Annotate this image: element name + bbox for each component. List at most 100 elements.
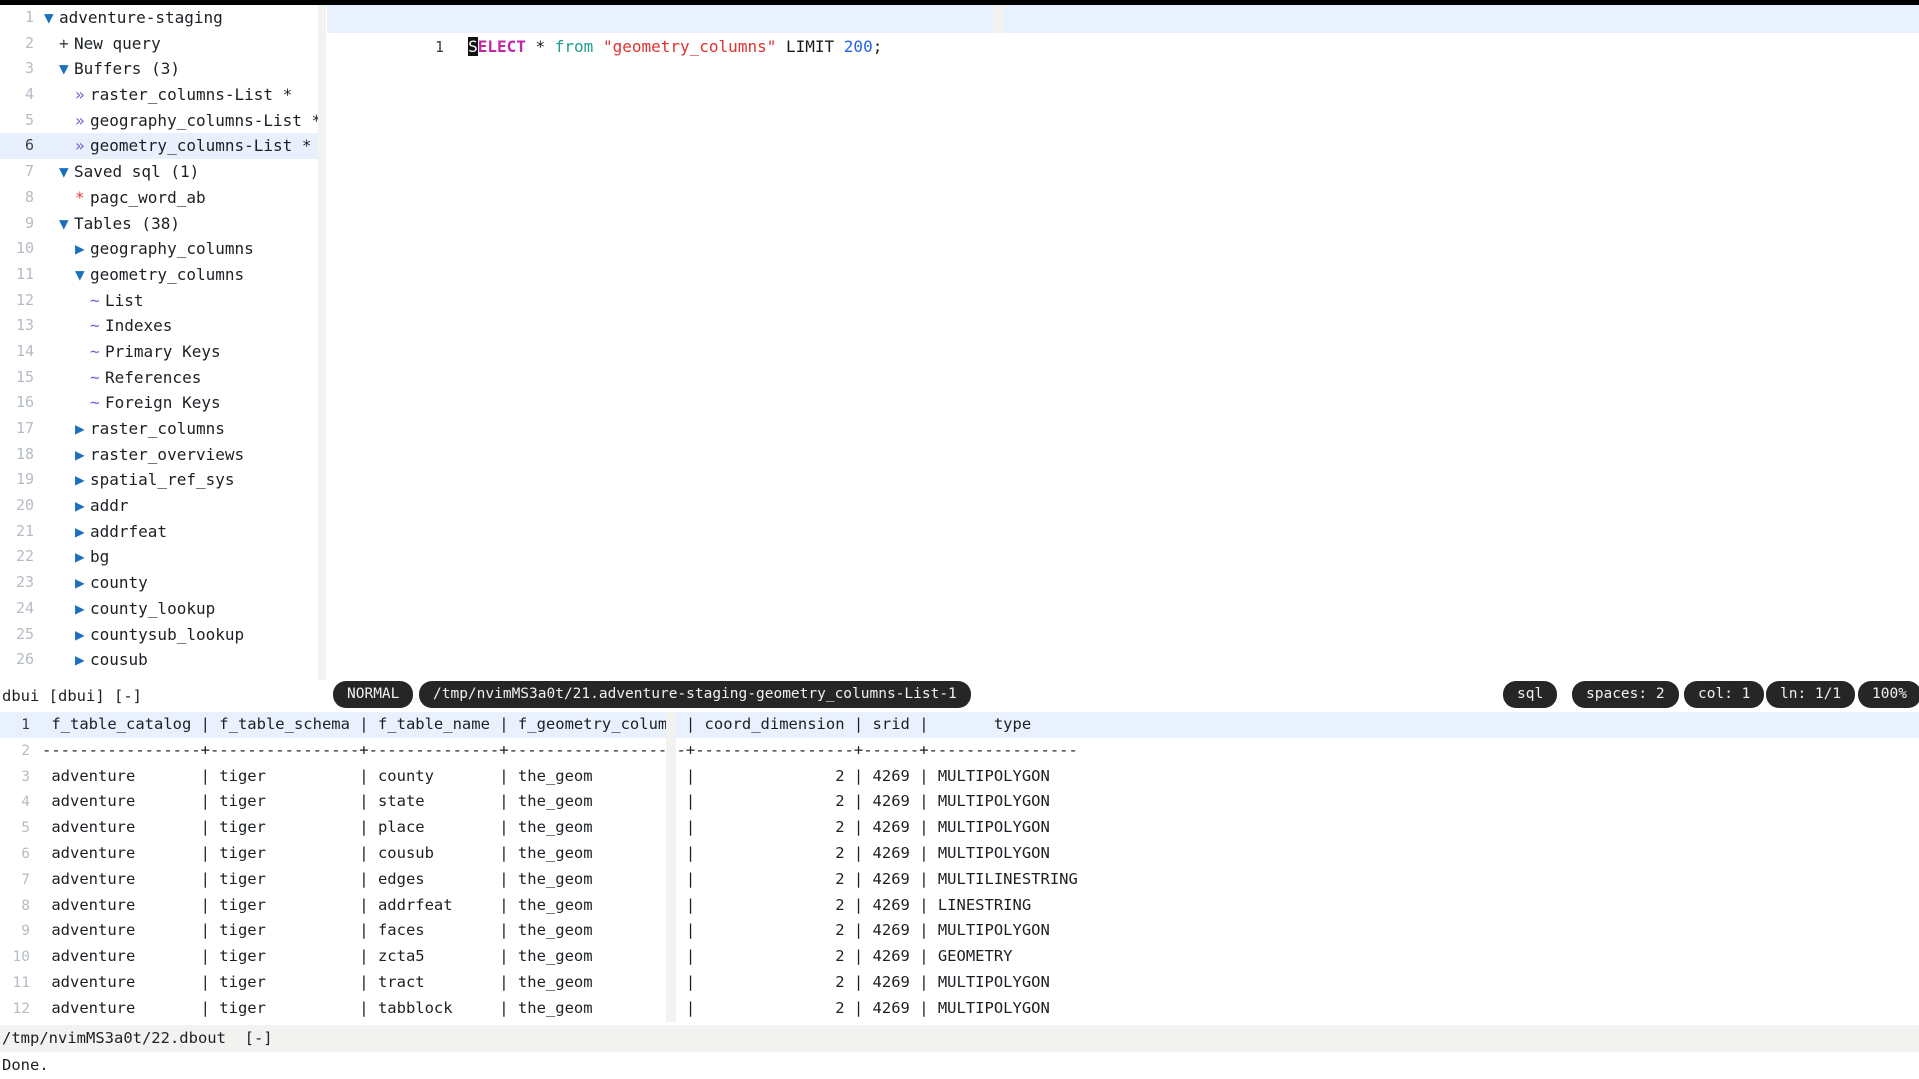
- tilde-icon[interactable]: ~: [90, 288, 105, 314]
- results-split-gap: [666, 764, 676, 790]
- table-row[interactable]: 3 adventure | tiger | county | the_geom …: [0, 764, 1919, 790]
- table-row[interactable]: 10 adventure | tiger | zcta5 | the_geom …: [0, 944, 1919, 970]
- tri-right-icon[interactable]: ▶: [75, 442, 90, 468]
- table-row[interactable]: 8 adventure | tiger | addrfeat | the_geo…: [0, 893, 1919, 919]
- sidebar-item-label: spatial_ref_sys: [90, 470, 235, 489]
- tri-right-icon[interactable]: ▶: [75, 519, 90, 545]
- table-row[interactable]: 5 adventure | tiger | place | the_geom |…: [0, 815, 1919, 841]
- table-row[interactable]: 4 adventure | tiger | state | the_geom |…: [0, 789, 1919, 815]
- sidebar-item-new-query[interactable]: 2+New query: [0, 31, 318, 57]
- table-row[interactable]: 6 adventure | tiger | cousub | the_geom …: [0, 841, 1919, 867]
- tri-right-icon[interactable]: ▶: [75, 570, 90, 596]
- sidebar-item-cousub[interactable]: 26▶cousub: [0, 647, 318, 673]
- sidebar-line-number: 2: [0, 31, 34, 57]
- sidebar-item-county-lookup[interactable]: 24▶county_lookup: [0, 596, 318, 622]
- tri-right-icon[interactable]: ▶: [75, 622, 90, 648]
- tri-right-icon[interactable]: ▶: [75, 416, 90, 442]
- sidebar-item-geometry-columns[interactable]: 11▼geometry_columns: [0, 262, 318, 288]
- sidebar-item-county[interactable]: 23▶county: [0, 570, 318, 596]
- sidebar-line-number: 5: [0, 108, 34, 134]
- tri-right-icon[interactable]: ▶: [75, 544, 90, 570]
- sidebar-item-saved-sql-1[interactable]: 7▼Saved sql (1): [0, 159, 318, 185]
- sidebar-item-content: ▶cousub: [34, 647, 148, 673]
- sidebar-item-label: geography_columns: [90, 239, 254, 258]
- table-row[interactable]: 9 adventure | tiger | faces | the_geom |…: [0, 918, 1919, 944]
- results-line-number: 4: [0, 790, 30, 816]
- sidebar-line-number: 24: [0, 596, 34, 622]
- status-language-pill[interactable]: sql: [1503, 681, 1557, 708]
- sidebar-item-geography-columns-list[interactable]: 5»geography_columns-List *: [0, 108, 318, 134]
- sidebar-item-tables-38[interactable]: 9▼Tables (38): [0, 211, 318, 237]
- tri-down-icon[interactable]: ▼: [44, 5, 59, 31]
- tri-down-icon[interactable]: ▼: [75, 262, 90, 288]
- sidebar-item-raster-columns[interactable]: 17▶raster_columns: [0, 416, 318, 442]
- sidebar-item-content: ▼adventure-staging: [34, 5, 223, 31]
- sidebar-item-addrfeat[interactable]: 21▶addrfeat: [0, 519, 318, 545]
- table-row[interactable]: 11 adventure | tiger | tract | the_geom …: [0, 970, 1919, 996]
- sidebar-item-adventure-staging[interactable]: 1▼adventure-staging: [0, 5, 318, 31]
- sidebar-line-number: 11: [0, 262, 34, 288]
- sidebar-item-label: raster_overviews: [90, 445, 244, 464]
- star-icon[interactable]: *: [75, 185, 90, 211]
- sidebar-item-spatial-ref-sys[interactable]: 19▶spatial_ref_sys: [0, 467, 318, 493]
- sql-editor[interactable]: 1SELECT * from "geometry_columns" LIMIT …: [327, 5, 1919, 680]
- tilde-icon[interactable]: ~: [90, 390, 105, 416]
- tilde-icon[interactable]: ~: [90, 313, 105, 339]
- tri-down-icon[interactable]: ▼: [59, 211, 74, 237]
- sidebar-item-countysub-lookup[interactable]: 25▶countysub_lookup: [0, 622, 318, 648]
- tri-right-icon[interactable]: ▶: [75, 647, 90, 673]
- results-divider-row[interactable]: 2-----------------+----------------+----…: [0, 738, 1919, 764]
- sidebar-item-pagc-word-ab[interactable]: 8*pagc_word_ab: [0, 185, 318, 211]
- sidebar-item-geography-columns[interactable]: 10▶geography_columns: [0, 236, 318, 262]
- sidebar-item-label: raster_columns: [90, 419, 225, 438]
- sidebar-item-label: Saved sql (1): [74, 162, 199, 181]
- sidebar-item-list[interactable]: 12~List: [0, 288, 318, 314]
- chev-icon[interactable]: »: [75, 108, 90, 134]
- sidebar-item-label: geometry_columns-List *: [90, 136, 312, 155]
- results-header-row[interactable]: 1 f_table_catalog | f_table_schema | f_t…: [0, 712, 1919, 738]
- status-indent-pill[interactable]: spaces: 2: [1572, 681, 1679, 708]
- chev-icon[interactable]: »: [75, 133, 90, 159]
- editor-line[interactable]: 1SELECT * from "geometry_columns" LIMIT …: [327, 5, 1919, 33]
- tilde-icon[interactable]: ~: [90, 365, 105, 391]
- top-pane: 1▼adventure-staging2+New query3▼Buffers …: [0, 5, 1919, 680]
- sidebar-item-content: ▶bg: [34, 544, 109, 570]
- sidebar-line-number: 20: [0, 493, 34, 519]
- sidebar-item-primary-keys[interactable]: 14~Primary Keys: [0, 339, 318, 365]
- results-row-text: adventure | tiger | state | the_geom | 2…: [30, 789, 1050, 815]
- chev-icon[interactable]: »: [75, 82, 90, 108]
- sidebar-item-addr[interactable]: 20▶addr: [0, 493, 318, 519]
- sidebar-line-number: 7: [0, 159, 34, 185]
- tilde-icon[interactable]: ~: [90, 339, 105, 365]
- table-row[interactable]: 7 adventure | tiger | edges | the_geom |…: [0, 867, 1919, 893]
- status-bar: dbui [dbui] [-] NORMAL /tmp/nvimMS3a0t/2…: [0, 680, 1919, 712]
- results-row-text: adventure | tiger | county | the_geom | …: [30, 764, 1050, 790]
- tri-right-icon[interactable]: ▶: [75, 596, 90, 622]
- sidebar-item-geometry-columns-list[interactable]: 6»geometry_columns-List *: [0, 133, 318, 159]
- sidebar-item-content: »raster_columns-List *: [34, 82, 292, 108]
- sidebar-item-foreign-keys[interactable]: 16~Foreign Keys: [0, 390, 318, 416]
- sidebar-item-raster-columns-list[interactable]: 4»raster_columns-List *: [0, 82, 318, 108]
- editor-code[interactable]: SELECT * from "geometry_columns" LIMIT 2…: [444, 33, 882, 61]
- sidebar-item-content: ▼Saved sql (1): [34, 159, 199, 185]
- tri-right-icon[interactable]: ▶: [75, 467, 90, 493]
- sidebar-item-label: raster_columns-List *: [90, 85, 292, 104]
- tri-right-icon[interactable]: ▶: [75, 493, 90, 519]
- table-row[interactable]: 12 adventure | tiger | tabblock | the_ge…: [0, 996, 1919, 1022]
- tri-right-icon[interactable]: ▶: [75, 236, 90, 262]
- sidebar-item-indexes[interactable]: 13~Indexes: [0, 313, 318, 339]
- editor-line-number: 1: [404, 33, 444, 61]
- sidebar-item-references[interactable]: 15~References: [0, 365, 318, 391]
- sidebar-item-buffers-3[interactable]: 3▼Buffers (3): [0, 56, 318, 82]
- status-column-pill: col: 1: [1684, 681, 1764, 708]
- sidebar-item-raster-overviews[interactable]: 18▶raster_overviews: [0, 442, 318, 468]
- sidebar-item-content: ▶spatial_ref_sys: [34, 467, 235, 493]
- query-results-pane[interactable]: 1 f_table_catalog | f_table_schema | f_t…: [0, 712, 1919, 1025]
- plus-icon[interactable]: +: [59, 31, 74, 57]
- sidebar-item-bg[interactable]: 22▶bg: [0, 544, 318, 570]
- dbui-sidebar[interactable]: 1▼adventure-staging2+New query3▼Buffers …: [0, 5, 318, 680]
- status-zoom-pill[interactable]: 100%: [1858, 681, 1919, 708]
- nvim-dbui-window: 1▼adventure-staging2+New query3▼Buffers …: [0, 0, 1919, 1079]
- tri-down-icon[interactable]: ▼: [59, 159, 74, 185]
- tri-down-icon[interactable]: ▼: [59, 56, 74, 82]
